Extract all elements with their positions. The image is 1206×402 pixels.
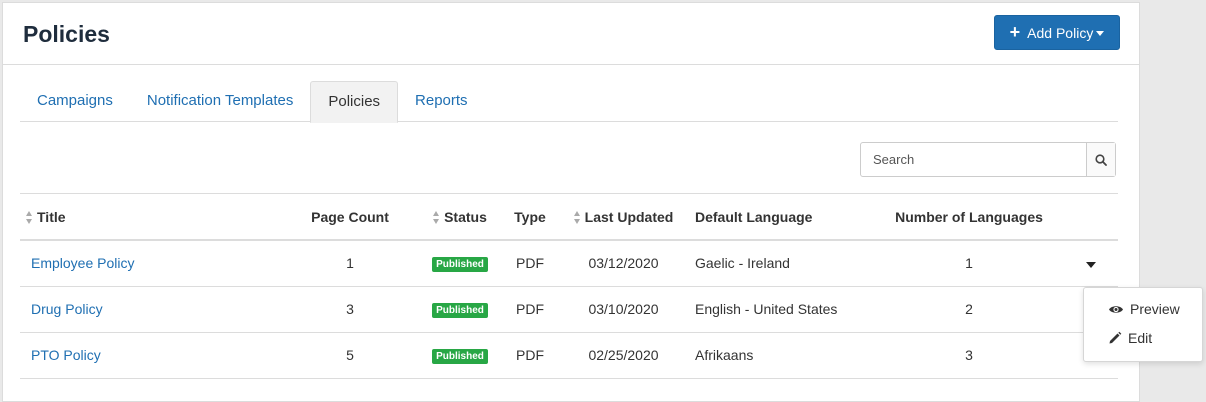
card-header: Policies + Add Policy [3, 3, 1139, 65]
col-type-header: Type [505, 194, 555, 241]
col-status-header[interactable]: Status [415, 194, 505, 241]
preview-menu-item[interactable]: Preview [1108, 301, 1180, 317]
policies-table: Title Page Count Status Type Last Update… [20, 194, 1118, 379]
plus-icon: + [1009, 21, 1021, 42]
pencil-icon [1109, 331, 1122, 344]
page-count-cell: 5 [285, 332, 415, 379]
type-cell: PDF [505, 332, 555, 379]
add-policy-button[interactable]: + Add Policy [994, 15, 1120, 50]
policy-title-link[interactable]: PTO Policy [31, 347, 101, 363]
policy-title-link[interactable]: Drug Policy [31, 301, 103, 317]
default-language-cell: English - United States [692, 286, 874, 333]
search-button[interactable] [1086, 143, 1115, 176]
policies-table-wrap: Title Page Count Status Type Last Update… [20, 193, 1118, 379]
sort-icon [26, 211, 33, 225]
col-title-header[interactable]: Title [20, 194, 285, 241]
default-language-cell: Gaelic - Ireland [692, 240, 874, 287]
last-updated-cell: 03/12/2020 [555, 240, 692, 287]
last-updated-cell: 02/25/2020 [555, 332, 692, 379]
page-count-cell: 1 [285, 240, 415, 287]
status-badge: Published [432, 257, 488, 273]
row-actions-caret-icon[interactable] [1086, 262, 1096, 269]
edit-label: Edit [1128, 330, 1153, 346]
col-page-count-header: Page Count [285, 194, 415, 241]
default-language-cell: Afrikaans [692, 332, 874, 379]
search-icon [1095, 153, 1107, 166]
status-badge: Published [432, 349, 488, 364]
number-of-languages-cell: 1 [874, 240, 1064, 287]
sort-icon [433, 211, 440, 225]
tab-campaigns[interactable]: Campaigns [20, 81, 130, 122]
status-badge: Published [432, 303, 488, 318]
number-of-languages-cell: 2 [874, 286, 1064, 333]
last-updated-cell: 03/10/2020 [555, 286, 692, 333]
preview-label: Preview [1130, 301, 1180, 317]
table-header-row: Title Page Count Status Type Last Update… [20, 194, 1118, 241]
table-row: PTO Policy 5 Published PDF 02/25/2020 Af… [20, 332, 1118, 379]
page-title: Policies [23, 21, 110, 47]
edit-menu-item[interactable]: Edit [1108, 330, 1152, 346]
tab-reports[interactable]: Reports [398, 81, 485, 122]
sort-icon [573, 211, 581, 225]
search-box [860, 142, 1116, 177]
table-row: Employee Policy 1 Published PDF 03/12/20… [20, 240, 1118, 287]
type-cell: PDF [505, 286, 555, 333]
policy-title-link[interactable]: Employee Policy [31, 255, 135, 271]
caret-down-icon [1096, 30, 1105, 36]
tab-bar: Campaigns Notification Templates Policie… [20, 81, 1118, 123]
page-count-cell: 3 [285, 286, 415, 333]
eye-icon [1109, 305, 1123, 313]
tab-policies[interactable]: Policies [310, 81, 399, 123]
tab-notification-templates[interactable]: Notification Templates [130, 81, 310, 122]
number-of-languages-cell: 3 [874, 332, 1064, 379]
search-input[interactable] [861, 143, 1086, 176]
col-number-of-languages-header: Number of Languages [874, 194, 1064, 241]
add-policy-label: Add Policy [1027, 24, 1094, 41]
col-last-updated-header[interactable]: Last Updated [555, 194, 692, 241]
table-row: Drug Policy 3 Published PDF 03/10/2020 E… [20, 286, 1118, 333]
row-actions-menu: Preview Edit [1083, 287, 1203, 362]
col-default-language-header: Default Language [692, 194, 874, 241]
type-cell: PDF [505, 240, 555, 287]
